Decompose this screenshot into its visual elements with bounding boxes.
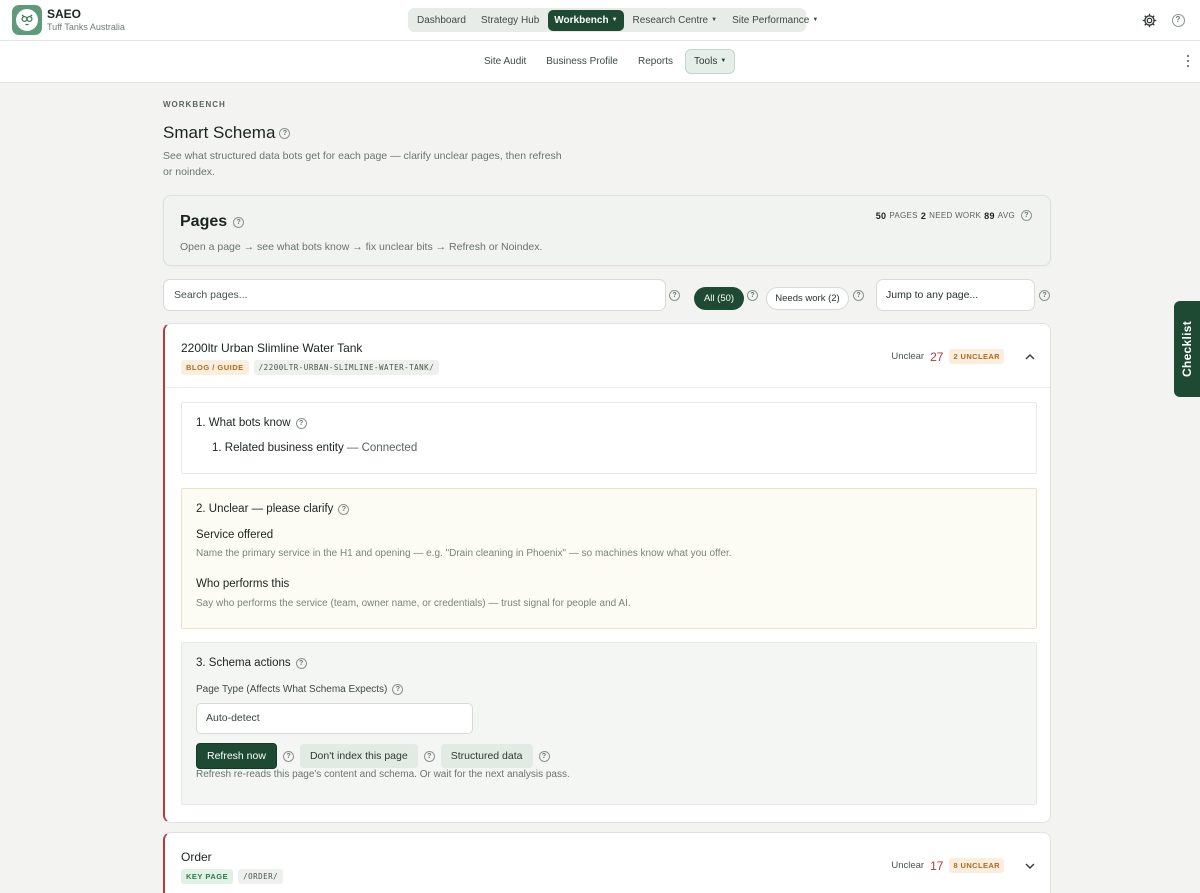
caret-down-icon: ▼ — [812, 16, 819, 23]
help-icon[interactable]: ? — [1021, 210, 1032, 221]
pages-heading: Pages ? — [180, 213, 245, 231]
avg-score: 89 — [984, 210, 995, 221]
page-card-header[interactable]: Order KEY PAGE /ORDER/ Unclear 17 8 UNCL… — [165, 833, 1050, 893]
jump-to-page-input[interactable] — [876, 279, 1035, 311]
page-score: Unclear 27 2 UNCLEAR — [891, 349, 1004, 364]
search-pages-input[interactable] — [163, 279, 666, 311]
more-menu-icon[interactable] — [1184, 53, 1192, 69]
pages-subtitle: Open a page → see what bots know → fix u… — [180, 241, 543, 253]
page-slug-tag: /ORDER/ — [238, 869, 284, 884]
page-title: Smart Schema ? — [163, 123, 291, 143]
unclear-section: 2. Unclear — please clarify ? Service of… — [181, 488, 1037, 629]
help-icon[interactable]: ? — [338, 503, 350, 515]
page-tags: KEY PAGE /ORDER/ — [181, 869, 284, 884]
help-icon[interactable]: ? — [295, 657, 307, 669]
section-eyebrow: WORKBENCH — [163, 100, 226, 109]
help-icon[interactable]: ? — [233, 216, 245, 228]
caret-down-icon: ▼ — [611, 16, 618, 23]
filter-all-pill[interactable]: All (50) — [694, 287, 744, 310]
actions-note: Refresh re-reads this page's content and… — [196, 769, 570, 780]
sub-nav-bar: Site Audit Business Profile Reports Tool… — [0, 41, 1200, 83]
page-type-tag: BLOG / GUIDE — [181, 360, 249, 375]
help-icon[interactable]: ? — [423, 750, 435, 762]
help-icon[interactable]: ? — [669, 290, 680, 301]
unclear-badge: 8 UNCLEAR — [949, 858, 1004, 873]
chevron-up-icon[interactable] — [1024, 351, 1036, 363]
page-type-select[interactable]: Auto-detect — [196, 703, 473, 734]
page-tags: BLOG / GUIDE /2200LTR-URBAN-SLIMLINE-WAT… — [181, 360, 440, 375]
caret-down-icon: ▼ — [720, 58, 727, 65]
nav-site-performance[interactable]: Site Performance ▼ — [726, 10, 824, 31]
pages-summary-card: Pages ? Open a page → see what bots know… — [163, 195, 1051, 266]
brand-name: SAEO — [47, 7, 82, 21]
list-item: 1. Related business entity — Connected — [212, 442, 418, 454]
refresh-now-button[interactable]: Refresh now — [196, 743, 277, 769]
owl-logo-icon — [16, 9, 38, 31]
score-value: 27 — [930, 349, 944, 364]
section-title: 1. What bots know ? — [196, 417, 307, 429]
checklist-tab[interactable]: Checklist — [1174, 301, 1200, 397]
section-title: 2. Unclear — please clarify ? — [196, 503, 350, 515]
settings-gear-icon[interactable] — [1139, 10, 1159, 30]
section-title: 3. Schema actions ? — [196, 657, 307, 669]
help-icon[interactable]: ? — [853, 290, 864, 301]
help-icon[interactable]: ? — [1168, 10, 1188, 30]
pages-count: 50 — [875, 210, 887, 221]
subnav-site-audit[interactable]: Site Audit — [476, 49, 534, 74]
structured-data-button[interactable]: Structured data — [440, 744, 533, 768]
score-value: 17 — [930, 858, 944, 873]
main-nav: Dashboard Strategy Hub Workbench ▼ Resear… — [408, 8, 818, 32]
app-logo[interactable] — [12, 5, 42, 35]
caret-down-icon: ▼ — [711, 16, 718, 23]
help-icon[interactable]: ? — [747, 290, 758, 301]
help-icon[interactable]: ? — [1039, 290, 1050, 301]
nav-workbench[interactable]: Workbench ▼ — [548, 9, 624, 31]
filter-needs-work-pill[interactable]: Needs work (2) — [766, 287, 849, 310]
action-buttons: Refresh now ? Don't index this page ? St… — [196, 743, 550, 769]
page-card-header[interactable]: 2200ltr Urban Slimline Water Tank BLOG /… — [165, 324, 1050, 388]
subnav-reports[interactable]: Reports — [630, 49, 681, 74]
unclear-question-title: Who performs this — [196, 578, 290, 590]
nav-dashboard[interactable]: Dashboard — [411, 10, 472, 31]
bots-know-section: 1. What bots know ? 1. Related business … — [181, 402, 1037, 474]
help-icon[interactable]: ? — [538, 750, 550, 762]
unclear-question-title: Service offered — [196, 529, 274, 541]
subnav-business-profile[interactable]: Business Profile — [538, 49, 626, 74]
page-card-title: 2200ltr Urban Slimline Water Tank — [181, 341, 363, 355]
page-slug-tag: /2200LTR-URBAN-SLIMLINE-WATER-TANK/ — [253, 360, 440, 375]
page-type-tag: KEY PAGE — [181, 869, 234, 884]
nav-research-centre[interactable]: Research Centre ▼ — [627, 10, 724, 31]
page-type-label: Page Type (Affects What Schema Expects) … — [196, 684, 404, 695]
page-card-title: Order — [181, 850, 212, 864]
help-icon[interactable]: ? — [392, 684, 404, 695]
help-icon[interactable]: ? — [295, 417, 307, 429]
need-work-count: 2 — [920, 210, 927, 221]
page-description: See what structured data bots get for ea… — [163, 150, 562, 178]
brand-subtitle: Tuff Tanks Australia — [47, 22, 125, 32]
help-icon[interactable]: ? — [282, 750, 294, 762]
page-card: Order KEY PAGE /ORDER/ Unclear 17 8 UNCL… — [163, 832, 1051, 893]
subnav-tools[interactable]: Tools ▼ — [684, 49, 736, 74]
pages-stats: 50 PAGES 2 NEED WORK 89 AVG ? — [876, 210, 1032, 221]
noindex-button[interactable]: Don't index this page — [299, 744, 418, 768]
unclear-badge: 2 UNCLEAR — [949, 349, 1004, 364]
top-bar: SAEO Tuff Tanks Australia Dashboard Stra… — [0, 0, 1200, 41]
page-score: Unclear 17 8 UNCLEAR — [891, 858, 1004, 873]
help-icon[interactable]: ? — [279, 127, 291, 139]
chevron-down-icon[interactable] — [1024, 860, 1036, 872]
schema-actions-section: 3. Schema actions ? Page Type (Affects W… — [181, 642, 1037, 805]
unclear-question-desc: Name the primary service in the H1 and o… — [196, 548, 732, 559]
page-card: 2200ltr Urban Slimline Water Tank BLOG /… — [163, 323, 1051, 823]
nav-strategy-hub[interactable]: Strategy Hub — [475, 10, 545, 31]
sub-nav: Site Audit Business Profile Reports Tool… — [476, 49, 736, 74]
unclear-question-desc: Say who performs the service (team, owne… — [196, 598, 631, 609]
